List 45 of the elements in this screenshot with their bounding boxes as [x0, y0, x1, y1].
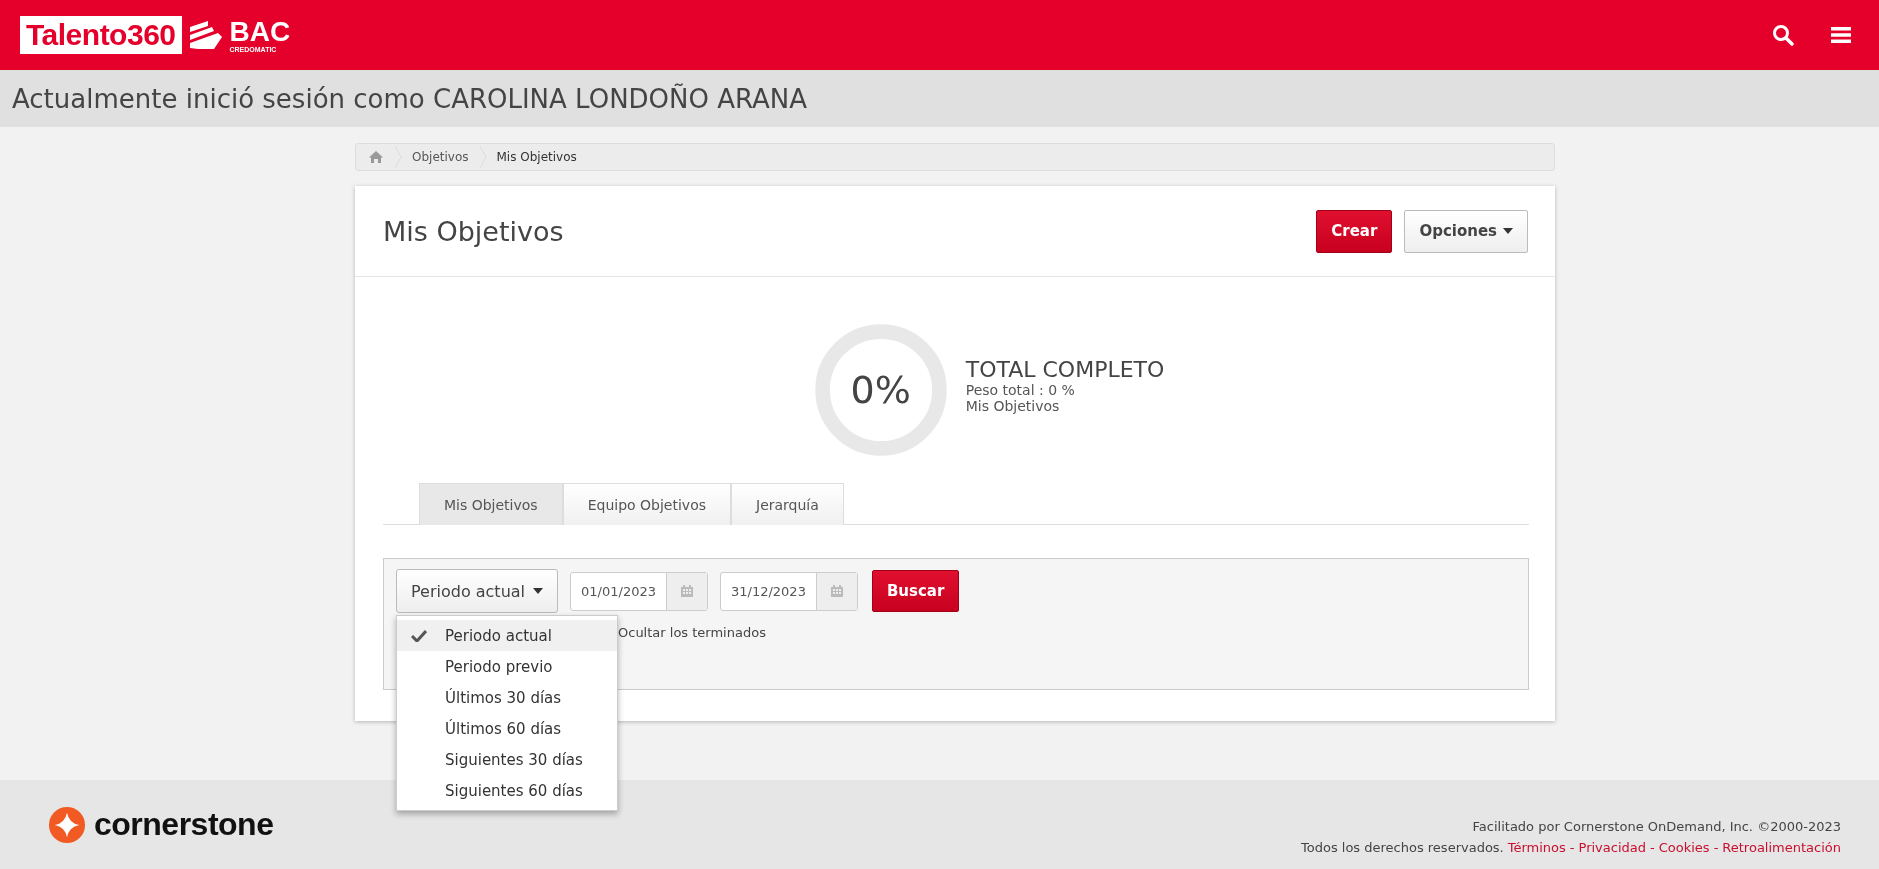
- footer-link[interactable]: Términos: [1507, 839, 1566, 855]
- rights-text: Todos los derechos reservados.: [1301, 839, 1504, 855]
- footer-link[interactable]: Retroalimentación: [1722, 839, 1841, 855]
- home-icon[interactable]: [368, 150, 384, 164]
- calendar-icon[interactable]: [679, 584, 694, 598]
- caret-icon: [533, 588, 544, 594]
- menu-item[interactable]: Periodo actual: [397, 620, 617, 651]
- percent-reading: 0%: [849, 368, 912, 412]
- breadcrumb-link[interactable]: Mis Objetivos: [496, 150, 577, 164]
- star-logo-icon: [48, 805, 86, 844]
- progress-subtitle: Mis Objetivos: [965, 397, 1061, 414]
- hide-finished-label: Ocultar los terminados: [618, 625, 766, 640]
- weight-text: Peso total : 0 %: [965, 381, 1076, 398]
- link-separator: -: [1713, 839, 1719, 855]
- search-icon[interactable]: [1771, 23, 1795, 47]
- tab[interactable]: Jerarquía: [731, 483, 844, 525]
- cornerstone-logo: cornerstone: [94, 806, 274, 843]
- menu-item[interactable]: Siguientes 30 días: [397, 744, 617, 775]
- link-separator: -: [1650, 839, 1655, 855]
- check-icon: [411, 629, 427, 642]
- menu-item[interactable]: Periodo previo: [397, 651, 617, 682]
- link-separator: -: [1569, 839, 1575, 855]
- stripes-logo-icon: [187, 19, 224, 51]
- tab[interactable]: Equipo Objetivos: [562, 483, 731, 525]
- options-button[interactable]: Opciones: [1404, 209, 1528, 253]
- footer-link[interactable]: Cookies: [1658, 839, 1710, 855]
- session-text: Actualmente inició sesión como CAROLINA LONDOÑO ARANA: [12, 83, 808, 114]
- page-title: Mis Objetivos: [383, 215, 564, 247]
- create-button[interactable]: Crear: [1316, 209, 1393, 253]
- start-date-field[interactable]: 01/01/2023: [570, 571, 708, 611]
- calendar-icon[interactable]: [829, 584, 844, 598]
- tab[interactable]: Mis Objetivos: [419, 483, 563, 525]
- end-date-field[interactable]: 31/12/2023: [719, 571, 858, 611]
- menu-item[interactable]: Últimos 60 días: [397, 713, 617, 744]
- progress-title: TOTAL COMPLETO: [965, 356, 1165, 382]
- caret-icon: [1503, 228, 1513, 234]
- period-dropdown[interactable]: Periodo actual: [396, 569, 559, 613]
- breadcrumb-link[interactable]: Objetivos: [412, 150, 469, 164]
- powered-by-text: Facilitado por Cornerstone OnDemand, Inc. ©2000-2023: [1472, 818, 1841, 834]
- brand-name: BAC: [229, 17, 291, 46]
- footer-link[interactable]: Privacidad: [1578, 839, 1646, 855]
- search-button[interactable]: Buscar: [871, 570, 960, 612]
- talento-logo[interactable]: Talento360: [20, 16, 182, 54]
- menu-item[interactable]: Siguientes 60 días: [397, 775, 617, 806]
- menu-item[interactable]: Últimos 30 días: [397, 682, 617, 713]
